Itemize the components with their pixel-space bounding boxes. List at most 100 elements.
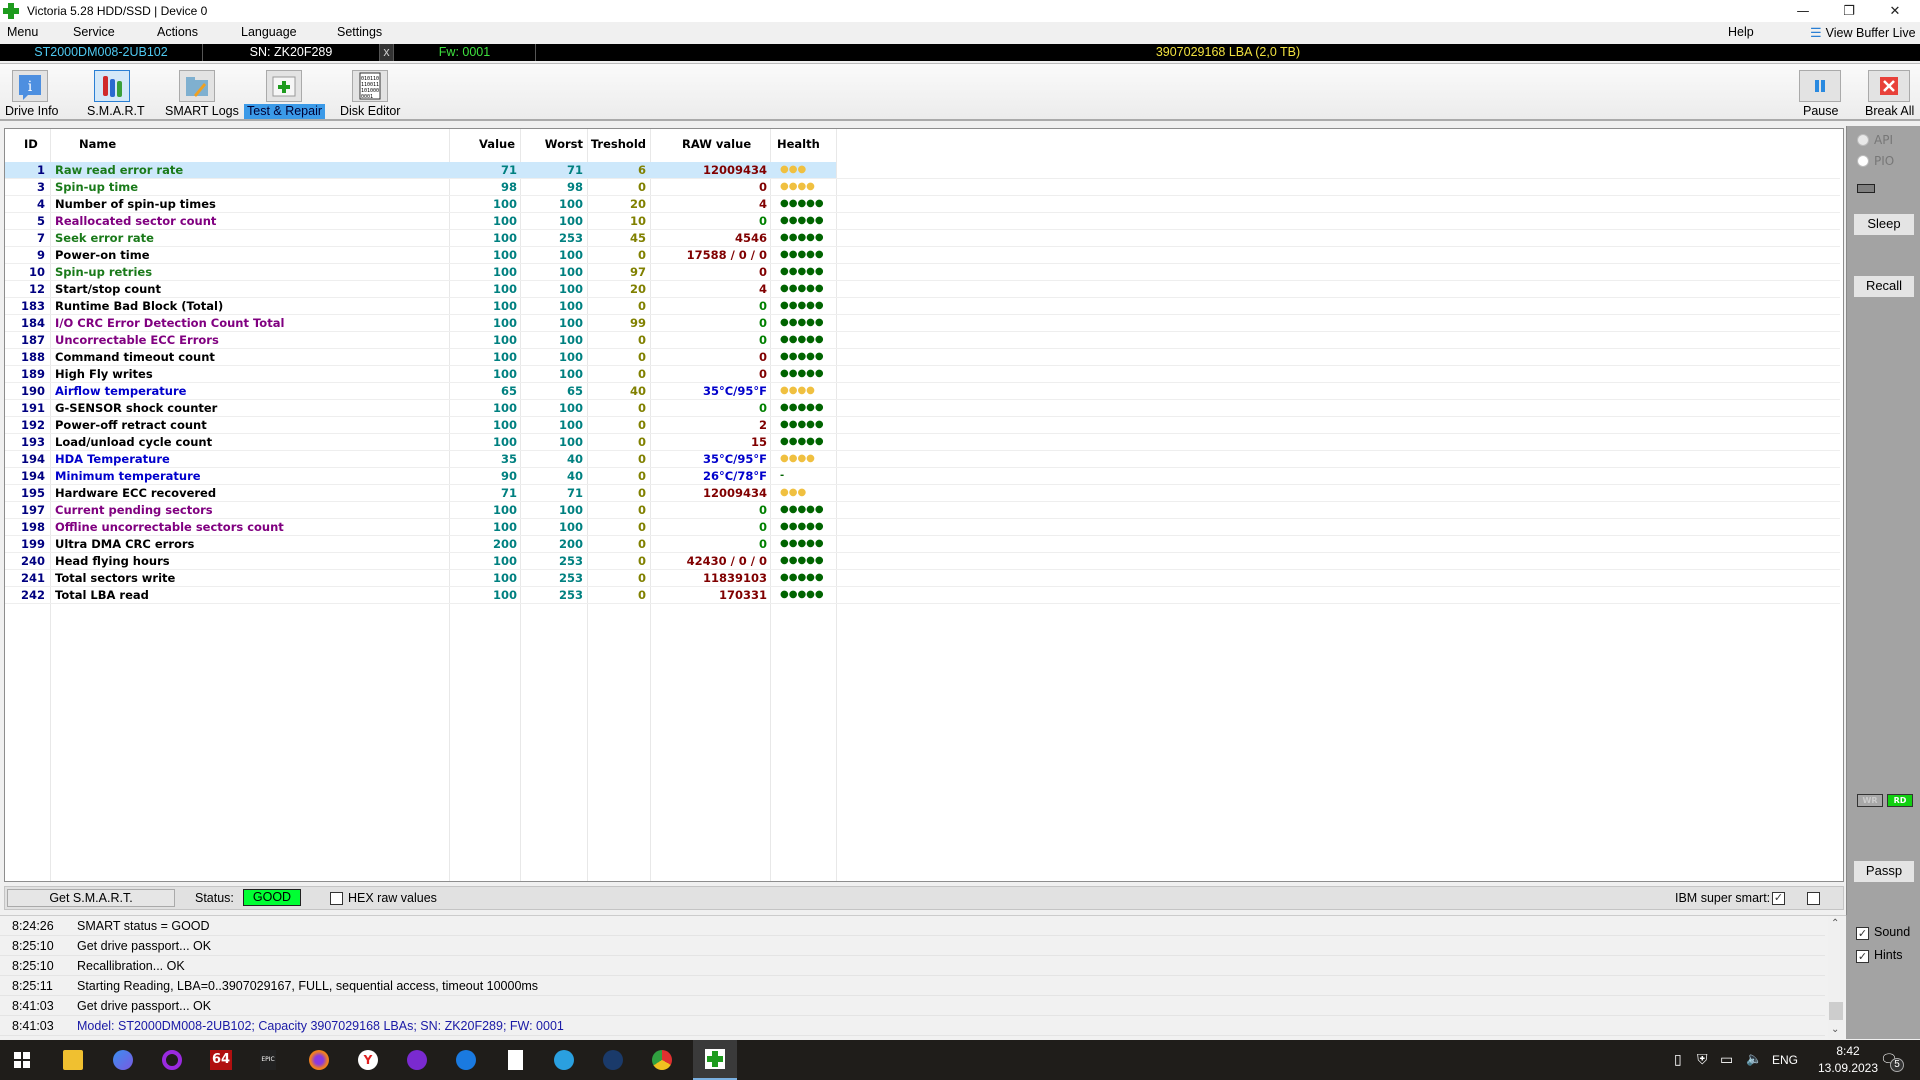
tab-smart[interactable]: S.M.A.R.T bbox=[80, 66, 150, 120]
table-row[interactable]: 194 Minimum temperature 90 40 0 26°C/78°F - bbox=[5, 468, 1840, 485]
ibm-super-smart-checkbox[interactable]: ✓ bbox=[1772, 892, 1785, 905]
clock-time[interactable]: 8:42 bbox=[1828, 1044, 1868, 1060]
telegram-icon[interactable] bbox=[554, 1050, 574, 1070]
attr-worst: 253 bbox=[558, 571, 583, 585]
yandex-icon[interactable]: Y bbox=[358, 1050, 378, 1070]
aida64-icon[interactable]: 64 bbox=[210, 1050, 232, 1070]
table-row[interactable]: 9 Power-on time 100 100 0 17588 / 0 / 0 ●●●●● bbox=[5, 247, 1840, 264]
attr-raw-value: 26°C/78°F bbox=[702, 469, 767, 483]
epic-games-icon[interactable]: EPIC bbox=[260, 1050, 276, 1070]
steam-icon[interactable] bbox=[603, 1050, 623, 1070]
sleep-button[interactable]: Sleep bbox=[1854, 214, 1914, 235]
volume-icon[interactable]: 🔈 bbox=[1746, 1051, 1762, 1069]
usb-icon[interactable]: ▯ bbox=[1674, 1051, 1682, 1069]
table-row[interactable]: 189 High Fly writes 100 100 0 0 ●●●●● bbox=[5, 366, 1840, 383]
windows-start-icon[interactable] bbox=[14, 1052, 30, 1068]
battlenet-icon[interactable] bbox=[456, 1050, 476, 1070]
table-row[interactable]: 188 Command timeout count 100 100 0 0 ●●●●● bbox=[5, 349, 1840, 366]
table-row[interactable]: 12 Start/stop count 100 100 20 4 ●●●●● bbox=[5, 281, 1840, 298]
table-row[interactable]: 194 HDA Temperature 35 40 0 35°C/95°F ●●●● bbox=[5, 451, 1840, 468]
table-row[interactable]: 190 Airflow temperature 65 65 40 35°C/95°F ●●●… bbox=[5, 383, 1840, 400]
security-shield-icon[interactable]: ⛨ bbox=[1697, 1051, 1708, 1069]
scroll-down-icon[interactable]: ⌄ bbox=[1831, 1024, 1839, 1035]
table-row[interactable]: 192 Power-off retract count 100 100 0 2 ●●●●● bbox=[5, 417, 1840, 434]
cortana-icon[interactable] bbox=[162, 1050, 182, 1070]
pio-radio[interactable] bbox=[1857, 155, 1869, 167]
table-row[interactable]: 10 Spin-up retries 100 100 97 0 ●●●●● bbox=[5, 264, 1840, 281]
header-raw-value[interactable]: RAW value bbox=[682, 137, 751, 151]
notifications-button[interactable]: 🗨 5 bbox=[1880, 1049, 1904, 1072]
attr-threshold: 20 bbox=[629, 197, 646, 211]
close-button[interactable]: ✕ bbox=[1872, 0, 1918, 22]
hints-checkbox[interactable]: ✓ bbox=[1856, 950, 1869, 963]
passp-button[interactable]: Passp bbox=[1854, 861, 1914, 882]
minimize-button[interactable]: — bbox=[1780, 0, 1826, 22]
table-row[interactable]: 7 Seek error rate 100 253 45 4546 ●●●●● bbox=[5, 230, 1840, 247]
table-row[interactable]: 195 Hardware ECC recovered 71 71 0 12009434 ●●… bbox=[5, 485, 1840, 502]
table-row[interactable]: 242 Total LBA read 100 253 0 170331 ●●●●● bbox=[5, 587, 1840, 604]
scroll-thumb[interactable] bbox=[1829, 1002, 1843, 1020]
podcast-icon[interactable] bbox=[407, 1050, 427, 1070]
table-row[interactable]: 184 I/O CRC Error Detection Count Total 10… bbox=[5, 315, 1840, 332]
tab-drive-info[interactable]: i Drive Info bbox=[0, 66, 62, 120]
view-buffer-live-button[interactable]: ☰ View Buffer Live bbox=[1810, 25, 1916, 41]
scroll-up-icon[interactable]: ⌃ bbox=[1831, 918, 1839, 929]
header-worst[interactable]: Worst bbox=[525, 137, 583, 151]
sound-checkbox[interactable]: ✓ bbox=[1856, 927, 1869, 940]
svg-text:i: i bbox=[28, 79, 33, 95]
notepad-icon[interactable] bbox=[508, 1050, 523, 1070]
attr-raw-value: 2 bbox=[758, 418, 767, 432]
header-health[interactable]: Health bbox=[777, 137, 820, 151]
api-radio[interactable] bbox=[1857, 134, 1869, 146]
table-row[interactable]: 198 Offline uncorrectable sectors count 10… bbox=[5, 519, 1840, 536]
header-threshold[interactable]: Treshold bbox=[587, 137, 646, 151]
table-row[interactable]: 193 Load/unload cycle count 100 100 0 15 ●●●●● bbox=[5, 434, 1840, 451]
break-all-button[interactable]: Break All bbox=[1862, 66, 1918, 120]
extra-checkbox[interactable] bbox=[1807, 892, 1820, 905]
table-row[interactable]: 5 Reallocated sector count 100 100 10 0 ●●●●● bbox=[5, 213, 1840, 230]
table-row[interactable]: 197 Current pending sectors 100 100 0 0 ●●●●● bbox=[5, 502, 1840, 519]
header-id[interactable]: ID bbox=[24, 137, 38, 151]
attr-name: Airflow temperature bbox=[55, 384, 187, 398]
file-explorer-icon[interactable] bbox=[63, 1050, 83, 1070]
header-name[interactable]: Name bbox=[79, 137, 116, 151]
header-value[interactable]: Value bbox=[455, 137, 515, 151]
table-row[interactable]: 191 G-SENSOR shock counter 100 100 0 0 ●●●●● bbox=[5, 400, 1840, 417]
table-row[interactable]: 4 Number of spin-up times 100 100 20 4 ●●●●● bbox=[5, 196, 1840, 213]
firefox-icon[interactable] bbox=[309, 1050, 329, 1070]
network-icon[interactable]: ▭ bbox=[1720, 1051, 1733, 1069]
menu-item-settings[interactable]: Settings bbox=[337, 25, 382, 39]
pause-button[interactable]: Pause bbox=[1796, 66, 1842, 120]
menu-item-help[interactable]: Help bbox=[1728, 25, 1754, 39]
tab-test-repair[interactable]: Test & Repair bbox=[242, 66, 330, 120]
menu-item-language[interactable]: Language bbox=[241, 25, 297, 39]
attr-id: 5 bbox=[36, 214, 45, 228]
close-drive-button[interactable]: x bbox=[380, 44, 394, 61]
language-indicator[interactable]: ENG bbox=[1772, 1053, 1798, 1069]
log-scrollbar[interactable]: ⌃ ⌄ bbox=[1828, 916, 1844, 1040]
tab-smart-logs[interactable]: SMART Logs bbox=[160, 66, 240, 120]
get-smart-button[interactable]: Get S.M.A.R.T. bbox=[7, 889, 175, 907]
clock-date[interactable]: 13.09.2023 bbox=[1808, 1061, 1888, 1077]
menu-item-service[interactable]: Service bbox=[73, 25, 115, 39]
victoria-taskbar-button[interactable] bbox=[693, 1040, 737, 1080]
table-row[interactable]: 183 Runtime Bad Block (Total) 100 100 0 0 ●●●●… bbox=[5, 298, 1840, 315]
restore-button[interactable]: ❐ bbox=[1826, 0, 1872, 22]
hex-raw-checkbox[interactable] bbox=[330, 892, 343, 905]
table-row[interactable]: 199 Ultra DMA CRC errors 200 200 0 0 ●●●●● bbox=[5, 536, 1840, 553]
table-row[interactable]: 1 Raw read error rate 71 71 6 12009434 ●●● bbox=[5, 162, 1840, 179]
attr-name: Head flying hours bbox=[55, 554, 170, 568]
bing-icon[interactable] bbox=[113, 1050, 133, 1070]
table-row[interactable]: 3 Spin-up time 98 98 0 0 ●●●● bbox=[5, 179, 1840, 196]
drive-model[interactable]: ST2000DM008-2UB102 bbox=[0, 44, 203, 61]
menu-item-actions[interactable]: Actions bbox=[157, 25, 198, 39]
table-row[interactable]: 241 Total sectors write 100 253 0 11839103 ●●●… bbox=[5, 570, 1840, 587]
tab-disk-editor[interactable]: 010110 110011 101000 0001 Disk Editor bbox=[336, 66, 402, 120]
chrome-icon[interactable] bbox=[652, 1050, 672, 1070]
attr-worst: 100 bbox=[558, 248, 583, 262]
recall-button[interactable]: Recall bbox=[1854, 276, 1914, 297]
table-row[interactable]: 240 Head flying hours 100 253 0 42430 / 0 / 0… bbox=[5, 553, 1840, 570]
menu-item-menu[interactable]: Menu bbox=[7, 25, 38, 39]
log-time: 8:25:10 bbox=[12, 939, 54, 953]
table-row[interactable]: 187 Uncorrectable ECC Errors 100 100 0 0 ●●●●● bbox=[5, 332, 1840, 349]
